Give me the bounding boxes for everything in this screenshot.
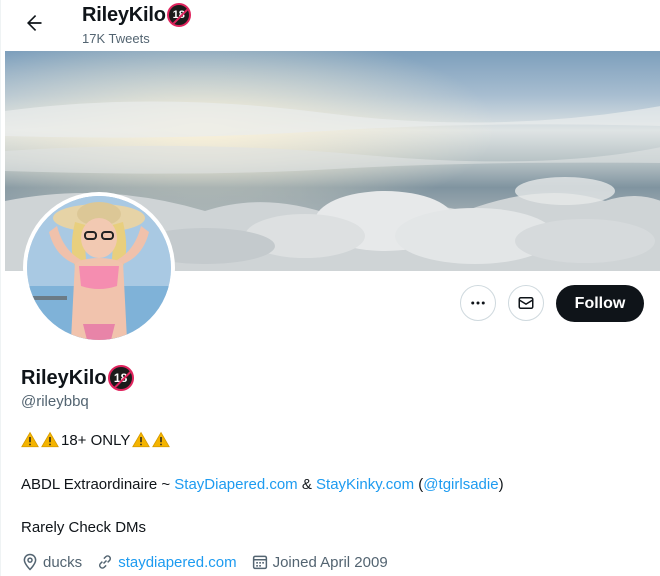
bio-line-2: ABDL Extraordinaire ~ StayDiapered.com &… xyxy=(21,476,504,493)
bio-link-staydiapered[interactable]: StayDiapered.com xyxy=(174,476,297,493)
profile-meta-row: ducks staydiapered.com Joined April 2009 xyxy=(21,553,402,571)
adult-content-badge-icon: 18 xyxy=(107,365,134,391)
warning-icon xyxy=(41,431,59,448)
message-button[interactable] xyxy=(508,285,544,321)
avatar-photo xyxy=(27,196,171,340)
header-name: RileyKilo xyxy=(82,3,166,26)
bio-18-only-text: 18+ ONLY xyxy=(61,431,131,449)
top-bar: RileyKilo 18 17K Tweets xyxy=(1,0,660,52)
location-pin-icon xyxy=(23,553,37,571)
more-button[interactable] xyxy=(460,285,496,321)
bio-text: ( xyxy=(414,476,424,493)
avatar[interactable] xyxy=(23,192,175,344)
envelope-icon xyxy=(518,297,534,309)
bio-text: & xyxy=(297,476,317,493)
location-text: ducks xyxy=(43,553,83,571)
warning-icon xyxy=(152,431,171,448)
adult-content-badge-icon: 18 xyxy=(166,3,191,27)
bio-text: ) xyxy=(498,476,504,493)
arrow-left-icon xyxy=(27,15,42,31)
more-horizontal-icon xyxy=(471,301,485,305)
website-item: staydiapered.com xyxy=(96,553,237,571)
joined-text: Joined April 2009 xyxy=(272,553,388,571)
profile-name-row: RileyKilo 18 xyxy=(21,365,134,391)
follow-button[interactable]: Follow xyxy=(556,285,644,322)
bio-mention-link[interactable]: @tgirlsadie xyxy=(423,476,498,493)
bio-line-1: 18+ ONLY xyxy=(21,431,172,449)
profile-page: RileyKilo 18 17K Tweets xyxy=(0,0,660,576)
header-name-row: RileyKilo 18 xyxy=(82,2,191,28)
back-button[interactable] xyxy=(17,6,51,40)
warning-icon xyxy=(132,431,151,448)
joined-item: Joined April 2009 xyxy=(251,553,388,571)
link-icon xyxy=(99,555,112,569)
bio-line-3: Rarely Check DMs xyxy=(21,519,147,536)
tweet-count: 17K Tweets xyxy=(82,31,150,46)
display-name: RileyKilo xyxy=(21,366,107,389)
bio-link-staykinky[interactable]: StayKinky.com xyxy=(316,476,414,493)
bio-text: ABDL Extraordinaire ~ xyxy=(21,476,175,493)
user-handle: @rileybbq xyxy=(21,393,89,410)
avatar-image xyxy=(27,196,171,340)
warning-icon xyxy=(21,431,39,448)
website-link[interactable]: staydiapered.com xyxy=(118,554,236,571)
location-item: ducks xyxy=(21,553,82,571)
calendar-icon xyxy=(252,555,267,570)
